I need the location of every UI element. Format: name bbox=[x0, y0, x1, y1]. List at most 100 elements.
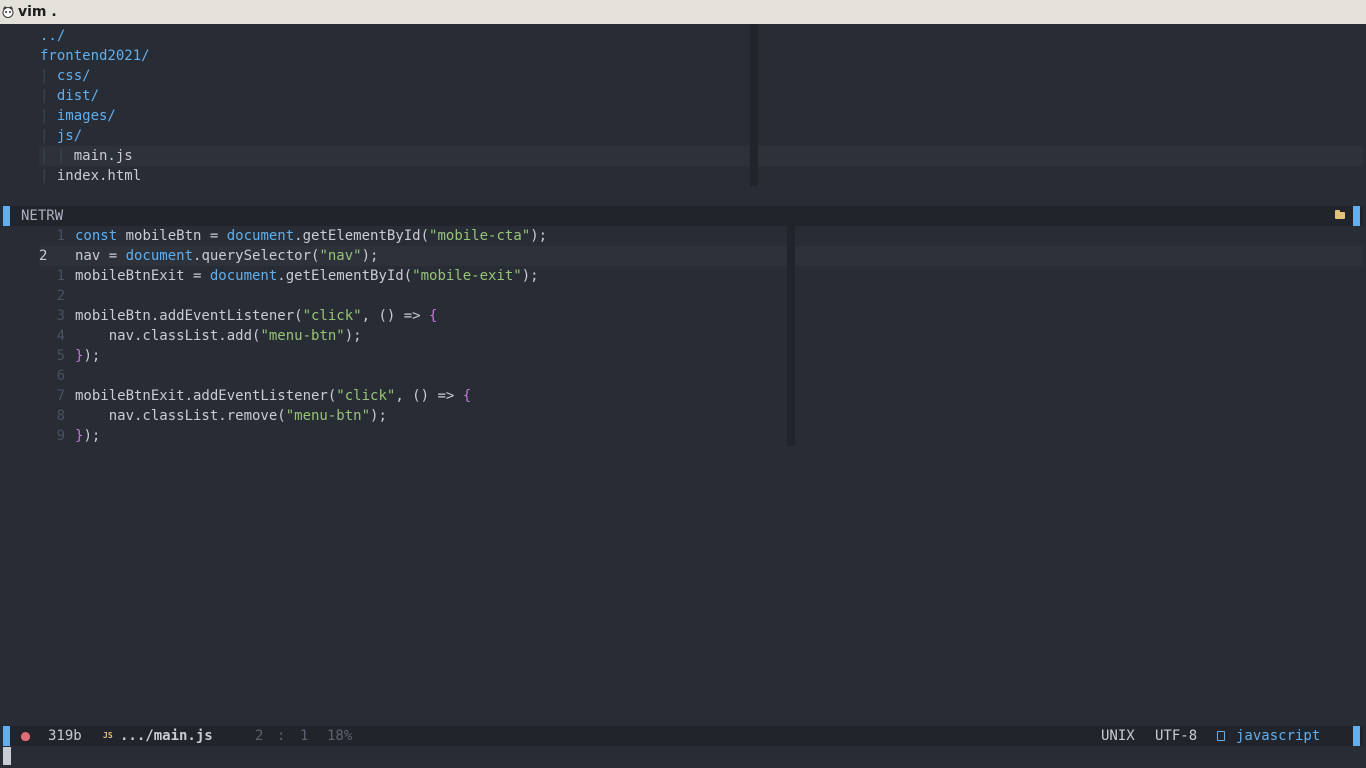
code-line[interactable]: 1 mobileBtnExit = document.getElementById… bbox=[3, 266, 793, 286]
code-line[interactable]: 6 bbox=[3, 366, 793, 386]
code-token: "mobile-cta" bbox=[429, 228, 531, 244]
code-token: ); bbox=[521, 268, 539, 284]
code-token: ); bbox=[344, 328, 362, 344]
statusline-left-edge bbox=[3, 726, 10, 746]
line-number: 5 bbox=[56, 348, 65, 364]
code-token: document bbox=[226, 228, 295, 244]
code-token: { bbox=[429, 308, 438, 324]
code-token: .getElementById( bbox=[277, 268, 413, 284]
netrw-entry[interactable]: frontend2021/ bbox=[40, 46, 150, 66]
netrw-entry[interactable]: | images/ bbox=[40, 106, 116, 126]
code-token: mobileBtnExit = bbox=[75, 268, 210, 284]
tree-guide: | bbox=[40, 168, 57, 184]
statusline-left-edge bbox=[3, 206, 10, 226]
file-icon bbox=[1217, 731, 1225, 741]
code-text: const mobileBtn = document.getElementByI… bbox=[75, 226, 547, 246]
file-encoding: UTF-8 bbox=[1155, 728, 1198, 744]
code-text: nav.classList.remove("menu-btn"); bbox=[75, 406, 387, 426]
netrw-cursorline bbox=[39, 146, 1363, 166]
tree-guide: | | bbox=[40, 148, 74, 164]
code-line[interactable]: 1 const mobileBtn = document.getElementBy… bbox=[3, 226, 793, 246]
code-line[interactable]: 5}); bbox=[3, 346, 793, 366]
line-number: 6 bbox=[56, 368, 65, 384]
code-token: { bbox=[462, 388, 472, 404]
file-name: main.js bbox=[73, 148, 133, 164]
code-text: nav = document.querySelector("nav"); bbox=[75, 246, 378, 266]
line-number: 7 bbox=[56, 388, 65, 404]
code-token: nav.classList.remove( bbox=[75, 408, 286, 424]
code-token: , () => bbox=[361, 308, 430, 324]
main-statusline: 319b JS .../main.js 2 : 1 18% UNIX UTF-8… bbox=[3, 726, 1363, 746]
line-number: 3 bbox=[56, 308, 65, 324]
code-token: "mobile-exit" bbox=[412, 268, 522, 284]
code-token: mobileBtn = bbox=[117, 228, 227, 244]
file-name: index.html bbox=[56, 168, 142, 184]
line-number: 8 bbox=[56, 408, 65, 424]
code-text: mobileBtnExit = document.getElementById(… bbox=[75, 266, 539, 286]
code-token: mobileBtnExit.addEventListener( bbox=[75, 388, 337, 404]
code-line[interactable]: 3 mobileBtn.addEventListener("click", () … bbox=[3, 306, 793, 326]
code-token: nav = bbox=[75, 248, 126, 264]
code-token: nav.classList.add( bbox=[75, 328, 261, 344]
tree-guide: | bbox=[40, 108, 57, 124]
directory-name: ../ bbox=[40, 28, 66, 44]
folder-icon bbox=[1335, 210, 1345, 219]
vim-app-icon bbox=[2, 6, 14, 18]
statusline-right-edge bbox=[1353, 206, 1360, 226]
line-number: 1 bbox=[56, 268, 65, 284]
vim-window[interactable]: ../frontend2021/| css/| dist/| images/| … bbox=[3, 24, 1363, 768]
line-number: 4 bbox=[56, 328, 65, 344]
code-token: "menu-btn" bbox=[260, 328, 345, 344]
code-line[interactable]: 2 bbox=[3, 286, 793, 306]
code-line[interactable]: 9}); bbox=[3, 426, 793, 446]
file-format: UNIX bbox=[1101, 728, 1135, 744]
directory-name: images/ bbox=[56, 108, 116, 124]
netrw-entry[interactable]: ../ bbox=[40, 26, 65, 46]
line-number: 1 bbox=[56, 228, 65, 244]
code-token: , () => bbox=[395, 388, 463, 404]
netrw-entry[interactable]: | dist/ bbox=[40, 86, 99, 106]
cursor-column: 1 bbox=[300, 728, 309, 744]
file-percent: 18% bbox=[327, 728, 353, 744]
code-line[interactable]: 7 mobileBtnExit.addEventListener("click",… bbox=[3, 386, 793, 406]
command-cursor bbox=[3, 747, 11, 765]
directory-name: js/ bbox=[56, 128, 83, 144]
statusline-right-edge bbox=[1353, 726, 1360, 746]
code-text: }); bbox=[75, 346, 100, 366]
code-token: document bbox=[209, 268, 278, 284]
code-token: "menu-btn" bbox=[285, 408, 371, 424]
code-line[interactable]: 8 nav.classList.remove("menu-btn"); bbox=[3, 406, 793, 426]
netrw-entry[interactable]: | js/ bbox=[40, 126, 82, 146]
code-line[interactable]: 2 nav = document.querySelector("nav"); bbox=[3, 246, 793, 266]
netrw-entry[interactable]: | index.html bbox=[40, 166, 141, 186]
code-token: ); bbox=[361, 248, 379, 264]
directory-name: css/ bbox=[56, 68, 91, 84]
code-token: "click" bbox=[302, 308, 362, 324]
netrw-statusline: NETRW bbox=[3, 206, 1363, 226]
code-text: mobileBtnExit.addEventListener("click", … bbox=[75, 386, 471, 406]
netrw-label: NETRW bbox=[21, 208, 64, 224]
code-token: .getElementById( bbox=[294, 228, 430, 244]
code-token: mobileBtn.addEventListener( bbox=[75, 308, 303, 324]
bug-icon bbox=[21, 732, 30, 741]
file-type: javascript bbox=[1236, 728, 1321, 744]
code-token: "click" bbox=[336, 388, 396, 404]
code-token: ); bbox=[83, 348, 101, 364]
directory-name: dist/ bbox=[56, 88, 100, 104]
code-token: const bbox=[75, 228, 118, 244]
code-token: document bbox=[125, 248, 194, 264]
code-text: }); bbox=[75, 426, 100, 446]
netrw-entry[interactable]: | | main.js bbox=[40, 146, 133, 166]
window-title: vim . bbox=[18, 4, 57, 20]
line-number: 2 bbox=[56, 288, 65, 304]
netrw-vertical-split[interactable] bbox=[750, 24, 758, 186]
code-token: ); bbox=[370, 408, 387, 424]
line-number: 2 bbox=[39, 248, 48, 264]
title-bar: vim . bbox=[0, 0, 1366, 24]
command-line[interactable] bbox=[3, 746, 1363, 766]
code-token: "nav" bbox=[319, 248, 362, 264]
cursor-line: 2 bbox=[255, 728, 264, 744]
netrw-entry[interactable]: | css/ bbox=[40, 66, 91, 86]
code-line[interactable]: 4 nav.classList.add("menu-btn"); bbox=[3, 326, 793, 346]
code-text: nav.classList.add("menu-btn"); bbox=[75, 326, 362, 346]
